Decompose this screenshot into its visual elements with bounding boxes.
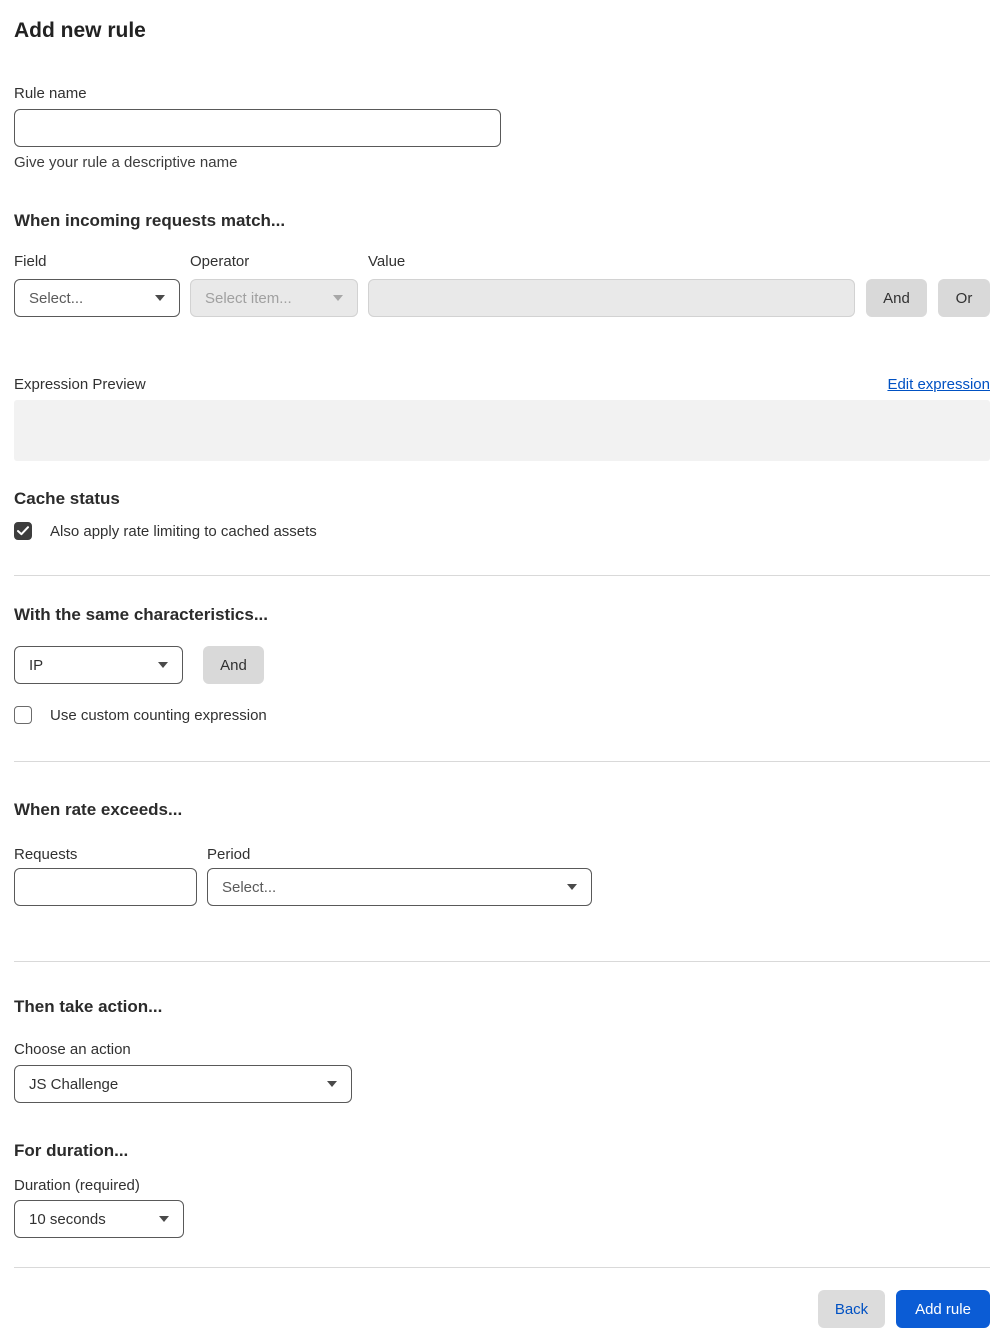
chevron-down-icon (333, 295, 343, 301)
period-select[interactable]: Select... (207, 868, 592, 906)
requests-input[interactable] (14, 868, 197, 906)
page-title: Add new rule (14, 19, 146, 42)
edit-expression-link[interactable]: Edit expression (887, 374, 990, 395)
action-select[interactable]: JS Challenge (14, 1065, 352, 1103)
chevron-down-icon (159, 1216, 169, 1222)
chevron-down-icon (155, 295, 165, 301)
custom-counting-checkbox-label[interactable]: Use custom counting expression (50, 707, 267, 724)
divider (14, 761, 990, 762)
operator-select-value: Select item... (205, 289, 292, 307)
requests-label: Requests (14, 846, 78, 863)
back-button[interactable]: Back (818, 1290, 885, 1328)
period-select-value: Select... (222, 878, 277, 896)
rule-name-label: Rule name (14, 85, 87, 102)
match-section-heading: When incoming requests match... (14, 211, 286, 230)
or-button[interactable]: Or (938, 279, 990, 317)
duration-select-value: 10 seconds (29, 1210, 106, 1228)
cache-status-heading: Cache status (14, 489, 120, 508)
chevron-down-icon (158, 662, 168, 668)
rule-name-input[interactable] (14, 109, 501, 147)
field-select-value: Select... (29, 289, 84, 307)
operator-select: Select item... (190, 279, 358, 317)
check-icon (17, 526, 29, 536)
duration-label: Duration (required) (14, 1177, 140, 1194)
value-label: Value (368, 253, 406, 270)
period-label: Period (207, 846, 251, 863)
rate-heading: When rate exceeds... (14, 800, 183, 819)
expression-preview-box (14, 400, 990, 461)
action-select-value: JS Challenge (29, 1075, 119, 1093)
divider (14, 961, 990, 962)
add-rule-button[interactable]: Add rule (896, 1290, 990, 1328)
cached-assets-checkbox[interactable] (14, 522, 32, 540)
expression-preview-label: Expression Preview (14, 375, 146, 393)
divider (14, 575, 990, 576)
cached-assets-checkbox-label[interactable]: Also apply rate limiting to cached asset… (50, 523, 317, 540)
chevron-down-icon (327, 1081, 337, 1087)
action-label: Choose an action (14, 1041, 131, 1058)
characteristics-and-button[interactable]: And (203, 646, 264, 684)
and-button[interactable]: And (866, 279, 927, 317)
field-select[interactable]: Select... (14, 279, 180, 317)
characteristics-select-value: IP (29, 656, 44, 674)
duration-select[interactable]: 10 seconds (14, 1200, 184, 1238)
custom-counting-checkbox[interactable] (14, 706, 32, 724)
value-input (368, 279, 855, 317)
characteristics-select[interactable]: IP (14, 646, 183, 684)
rule-name-helper: Give your rule a descriptive name (14, 154, 238, 171)
characteristics-heading: With the same characteristics... (14, 605, 269, 624)
divider (14, 1267, 990, 1268)
chevron-down-icon (567, 884, 577, 890)
field-label: Field (14, 253, 47, 270)
duration-heading: For duration... (14, 1141, 129, 1160)
action-heading: Then take action... (14, 997, 163, 1016)
operator-label: Operator (190, 253, 250, 270)
